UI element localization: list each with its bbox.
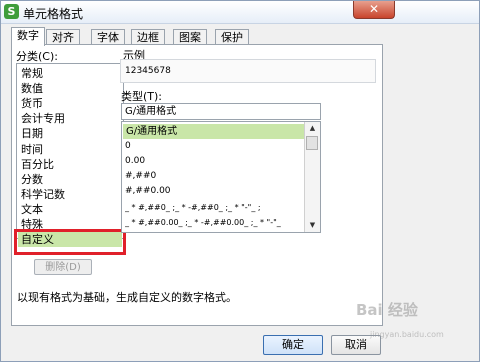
window-title: 单元格格式 [23, 7, 84, 21]
format-item[interactable]: #,##0.00 [125, 184, 171, 199]
format-item[interactable]: #,##0 [125, 169, 156, 184]
category-item-scientific[interactable]: 科学记数 [21, 187, 65, 202]
tab-border[interactable]: 边框 [131, 29, 165, 44]
ok-button[interactable]: 确定 [263, 335, 323, 355]
scroll-down-arrow-icon[interactable]: ▼ [305, 219, 320, 232]
category-list[interactable]: 常规 数值 货币 会计专用 日期 时间 百分比 分数 科学记数 文本 特殊 自定… [16, 63, 124, 247]
baidu-watermark-url: jingyan.baidu.com [370, 330, 444, 339]
tab-font[interactable]: 字体 [91, 29, 125, 44]
category-item-percentage[interactable]: 百分比 [21, 157, 54, 172]
type-label: 类型(T): [121, 90, 163, 103]
baidu-watermark: Bai 经验 [356, 301, 418, 319]
tab-pattern[interactable]: 图案 [173, 29, 207, 44]
description-text: 以现有格式为基础，生成自定义的数字格式。 [17, 291, 237, 304]
format-item[interactable]: G/通用格式 [123, 124, 305, 139]
category-item-accounting[interactable]: 会计专用 [21, 111, 65, 126]
format-type-list[interactable]: G/通用格式 0 0.00 #,##0 #,##0.00 _ * #,##0_ … [121, 121, 321, 233]
category-label: 分类(C): [16, 50, 58, 63]
number-tab-panel: 分类(C): 常规 数值 货币 会计专用 日期 时间 百分比 分数 科学记数 文… [11, 44, 383, 326]
category-item-general[interactable]: 常规 [21, 66, 43, 81]
format-item[interactable]: 0.00 [125, 154, 145, 169]
format-item[interactable]: 0 [125, 139, 131, 154]
title-bar: S 单元格格式 ✕ [1, 1, 479, 24]
type-input[interactable]: G/通用格式 [121, 103, 321, 120]
category-item-text[interactable]: 文本 [21, 202, 43, 217]
category-item-currency[interactable]: 货币 [21, 96, 43, 111]
category-item-number[interactable]: 数值 [21, 81, 43, 96]
scroll-up-arrow-icon[interactable]: ▲ [305, 122, 320, 135]
format-list-scrollbar[interactable]: ▲ ▼ [304, 122, 320, 232]
format-cells-dialog: S 单元格格式 ✕ 数字 对齐 字体 边框 图案 保护 分类(C): 常规 数值… [0, 0, 480, 362]
scroll-thumb[interactable] [306, 136, 318, 150]
format-item[interactable]: _ * #,##0_ ;_ * -#,##0_ ;_ * "-"_ ; [125, 200, 305, 215]
wps-app-icon: S [4, 4, 19, 19]
tab-number[interactable]: 数字 [11, 27, 45, 46]
category-item-fraction[interactable]: 分数 [21, 172, 43, 187]
category-item-time[interactable]: 时间 [21, 142, 43, 157]
category-item-date[interactable]: 日期 [21, 126, 43, 141]
tab-protection[interactable]: 保护 [215, 29, 249, 44]
tab-alignment[interactable]: 对齐 [46, 29, 80, 44]
highlight-annotation-box [14, 229, 126, 255]
close-button[interactable]: ✕ [353, 1, 395, 19]
sample-value: 12345678 [125, 66, 171, 76]
sample-box: 12345678 [120, 59, 376, 83]
delete-button[interactable]: 删除(D) [34, 259, 92, 275]
format-item[interactable]: _ * #,##0.00_ ;_ * -#,##0.00_ ;_ * "-"_ [125, 215, 305, 230]
